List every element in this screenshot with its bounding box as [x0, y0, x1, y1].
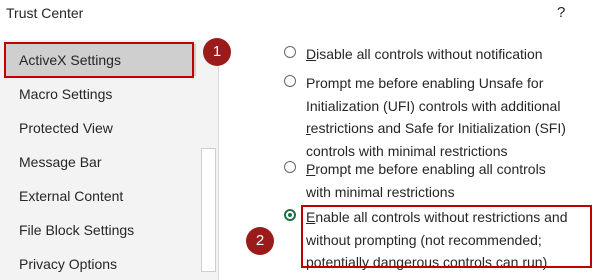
help-button[interactable]: ?: [557, 4, 565, 21]
step-badge-2: 2: [246, 227, 274, 255]
sidebar-item-privacy-options[interactable]: Privacy Options: [4, 248, 196, 280]
step-badge-1: 1: [203, 38, 231, 66]
sidebar-item-protected-view[interactable]: Protected View: [4, 112, 196, 144]
option-disable-all-label[interactable]: Disable all controls without notificatio…: [306, 43, 598, 66]
sidebar-scrollbar-thumb[interactable]: [201, 148, 216, 272]
highlight-box-activex: [4, 42, 194, 78]
sidebar-item-external-content[interactable]: External Content: [4, 180, 196, 212]
radio-enable-all[interactable]: [284, 209, 296, 221]
option-prompt-ufi-sfi-label[interactable]: Prompt me before enabling Unsafe for Ini…: [306, 72, 598, 162]
radio-prompt-ufi-sfi[interactable]: [284, 75, 296, 87]
radio-prompt-all[interactable]: [284, 161, 296, 173]
radio-disable-all[interactable]: [284, 46, 296, 58]
sidebar-item-message-bar[interactable]: Message Bar: [4, 146, 196, 178]
sidebar-item-macro-settings[interactable]: Macro Settings: [4, 78, 196, 110]
sidebar-item-file-block-settings[interactable]: File Block Settings: [4, 214, 196, 246]
highlight-box-enable-all: [301, 205, 592, 268]
dialog-title: Trust Center: [6, 5, 84, 21]
option-prompt-all-label[interactable]: Prompt me before enabling all controls w…: [306, 158, 598, 203]
